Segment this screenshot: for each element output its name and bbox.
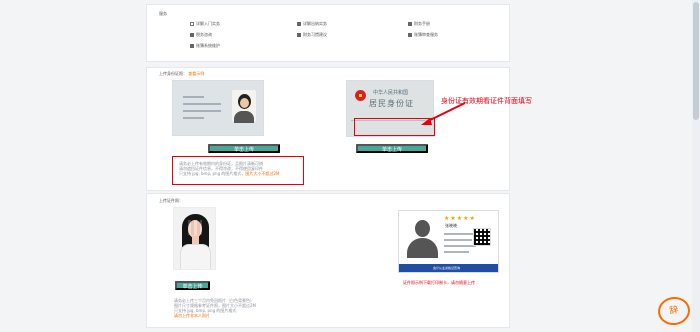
checkbox-checked[interactable] — [408, 21, 412, 26]
id-tip-format: 只支持 jpg, bmp, png 的图片格式， — [179, 171, 246, 176]
certificate-silhouette — [405, 218, 439, 258]
id-tip-line-3: 只支持 jpg, bmp, png 的图片格式，图片大小不超过2M — [179, 171, 297, 176]
id-card-title: 居民身份证 — [369, 99, 414, 108]
upload-id-back-button[interactable]: 单击上传 — [356, 144, 428, 153]
certificate-bar: 会计从业资格证查询 — [399, 264, 498, 272]
id-tip-size-limit: 图片大小不超过2M — [245, 171, 280, 176]
id-card-front-text-lines — [183, 96, 221, 124]
site-watermark-logo: 辞 — [656, 294, 692, 328]
photo-section-title: 上传证件照： — [159, 198, 183, 203]
service-option-2[interactable]: 详解出纳实务 — [297, 21, 327, 26]
certificate-name: 张晓晓 — [445, 223, 457, 228]
service-option-label: 账簿审查服务 — [414, 32, 438, 37]
service-option-5[interactable]: 财务习惯建议 — [297, 32, 327, 37]
id-section-label-group: 上传身份证照： 查看示例 — [159, 71, 204, 76]
id-section-title: 上传身份证照： — [159, 71, 187, 76]
service-option-label: 税务咨询 — [196, 32, 212, 37]
certificate-caption: 证件照示例下载打印制卡，请勿随意上传 — [403, 280, 475, 285]
id-validity-annotation: 身份证有效期看证件背面填写 — [441, 97, 532, 105]
rating-stars-icon: ★★★★★ — [444, 215, 476, 222]
id-sample-link[interactable]: 查看示例 — [188, 71, 204, 76]
checkbox-checked[interactable] — [297, 32, 301, 37]
portrait-photo-image — [173, 207, 216, 270]
qr-code-icon — [473, 228, 491, 246]
service-option-7[interactable]: 账簿系统维护 — [190, 43, 220, 48]
service-option-6[interactable]: 账簿审查服务 — [408, 32, 438, 37]
id-card-front-portrait — [232, 90, 256, 123]
photo-tip-line-4: 请勿上传非本人照片 — [174, 313, 210, 318]
page-scrollbar[interactable] — [692, 0, 700, 332]
checkbox[interactable] — [190, 21, 194, 26]
service-option-label: 财务习惯建议 — [303, 32, 327, 37]
id-card-front-image — [172, 80, 264, 136]
checkbox-checked[interactable] — [190, 43, 194, 48]
service-option-label: 详解入门实务 — [196, 21, 220, 26]
service-option-1[interactable]: 详解入门实务 — [190, 21, 220, 26]
certificate-sample-image: ★★★★★ 张晓晓 会计从业资格证查询 — [398, 210, 499, 273]
service-option-3[interactable]: 财务手册 — [408, 21, 430, 26]
service-option-label: 详解出纳实务 — [303, 21, 327, 26]
photo-upload-tips: 请务必上传三个月内免冠照片（白色背景色） 图片尺寸规格参考证件照，图片大小不超过… — [174, 298, 256, 318]
checkbox-checked[interactable] — [408, 32, 412, 37]
service-options-card: 服务 详解入门实务 详解出纳实务 财务手册 税务咨询 财务习惯建议 账簿审查服务… — [146, 4, 510, 62]
upload-photo-button[interactable]: 单击上传 — [175, 281, 210, 290]
page: 服务 详解入门实务 详解出纳实务 财务手册 税务咨询 财务习惯建议 账簿审查服务… — [0, 0, 700, 332]
service-option-label: 财务手册 — [414, 21, 430, 26]
service-section-title: 服务 — [159, 11, 167, 16]
id-country-text: 中华人民共和国 — [373, 90, 409, 96]
id-upload-tips-box: 请务必上传有效期内的身份证，且图片清晰可辨 请勿遮挡证件信息，不得涂改，不得使用… — [172, 156, 304, 185]
service-option-4[interactable]: 税务咨询 — [190, 32, 212, 37]
checkbox-checked[interactable] — [190, 32, 194, 37]
service-option-label: 账簿系统维护 — [196, 43, 220, 48]
scroll-thumb[interactable] — [693, 2, 699, 120]
upload-id-front-button[interactable]: 单击上传 — [208, 144, 280, 153]
checkbox-checked[interactable] — [297, 21, 301, 26]
national-emblem-icon — [355, 90, 366, 101]
